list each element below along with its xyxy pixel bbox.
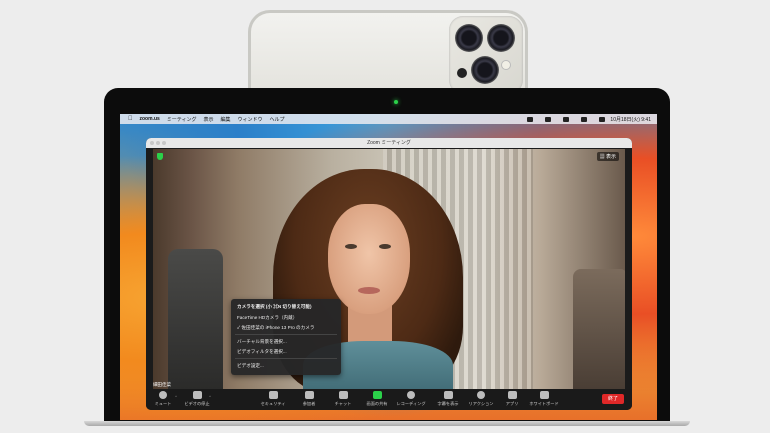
close-window-button[interactable] [150,141,154,145]
zoom-window: Zoom ミーティング ▦ 表示 カメラを選択 (小 ⌘N 切り替え可能) Fa… [146,138,632,410]
apps-label: アプリ [505,401,519,406]
app-menu[interactable]: zoom.us [140,116,160,122]
record-icon [407,391,415,399]
menu-item-edit[interactable]: 編集 [221,116,231,123]
security-shield-icon [157,153,163,160]
stop-video-label: ビデオの停止 [184,401,210,406]
shield-icon [268,391,278,399]
reaction-icon [477,391,485,399]
maximize-window-button[interactable] [162,141,166,145]
end-meeting-button[interactable]: 終了 [602,394,624,404]
camera-lens-icon [487,24,515,52]
menu-item-video-filter[interactable]: ビデオフィルタを選択... [237,349,287,355]
desktop-screen:  zoom.us ミーティング 表示 編集 ウィンドウ ヘルプ 10月18日(… [120,114,657,420]
menu-item-view[interactable]: 表示 [203,116,213,123]
apps-button[interactable]: アプリ [495,391,529,407]
whiteboard-button[interactable]: ホワイトボード [527,391,561,407]
flash-icon [501,60,511,70]
security-button[interactable]: セキュリティ [256,391,290,407]
menu-bar:  zoom.us ミーティング 表示 編集 ウィンドウ ヘルプ 10月18日(… [120,114,657,124]
camera-select-menu: カメラを選択 (小 ⌘N 切り替え可能) FaceTime HDカメラ（内蔵） … [231,299,341,375]
search-icon[interactable] [581,116,588,122]
chevron-up-icon[interactable]: ^ [209,394,211,399]
record-button[interactable]: レコーディング [394,391,428,407]
chevron-up-icon[interactable]: ^ [175,394,177,399]
participant-lips [358,287,380,294]
apps-icon [507,391,517,399]
background-jacket [168,249,223,389]
menu-separator [235,358,337,359]
apple-icon[interactable]:  [128,116,133,122]
reactions-label: リアクション [468,401,494,406]
camera-bump [449,16,523,94]
mute-button[interactable]: ミュート ^ [146,391,180,407]
minimize-window-button[interactable] [156,141,160,145]
zoom-status-icon[interactable] [527,116,534,122]
menu-separator [235,334,337,335]
iphone-device [248,10,528,100]
participant-name-tag: 細田佳菜 [153,382,171,387]
meeting-toolbar: ミュート ^ ビデオの停止 ^ セキュリティ 参加者 チャット 画面の共有 レコ… [146,389,632,410]
menu-item-window[interactable]: ウィンドウ [238,116,263,123]
view-button[interactable]: ▦ 表示 [596,152,619,161]
menu-item-help[interactable]: ヘルプ [270,116,285,123]
captions-button[interactable]: 字幕を表示 [431,391,465,407]
microphone-icon [159,391,167,399]
webcam-indicator-icon [394,100,398,104]
video-camera-icon [192,391,202,399]
menu-item-iphone-camera[interactable]: ✓ 佐田佳菜の iPhone 13 Pro のカメラ [237,325,314,331]
participants-button[interactable]: 参加者 [292,391,326,407]
chat-bubble-icon [338,391,348,399]
participant-face [328,204,410,314]
camera-lens-icon [455,24,483,52]
stop-video-button[interactable]: ビデオの停止 ^ [180,391,214,407]
background-clothes [573,269,625,389]
whiteboard-label: ホワイトボード [529,401,559,406]
camera-lens-icon [471,56,499,84]
people-icon [304,391,314,399]
camera-menu-header: カメラを選択 (小 ⌘N 切り替え可能) [237,304,312,309]
security-label: セキュリティ [260,401,286,406]
video-feed: ▦ 表示 カメラを選択 (小 ⌘N 切り替え可能) FaceTime HDカメラ… [153,149,625,389]
share-screen-label: 画面の共有 [366,401,388,406]
menu-item-virtual-background[interactable]: バーチャル背景を選択... [237,339,287,345]
title-bar: Zoom ミーティング [146,138,632,148]
menu-item-facetime-camera[interactable]: FaceTime HDカメラ（内蔵） [237,315,297,321]
control-center-icon[interactable] [599,116,606,122]
share-screen-button[interactable]: 画面の共有 [360,391,394,407]
wifi-icon[interactable] [563,116,570,122]
record-label: レコーディング [396,401,426,406]
lidar-icon [457,68,467,78]
battery-icon[interactable] [545,116,552,122]
chat-button[interactable]: チャット [326,391,360,407]
participant-eye [345,244,357,249]
share-screen-icon [372,391,382,399]
participant-eye [379,244,391,249]
window-title: Zoom ミーティング [367,140,411,146]
macbook-base [84,421,690,426]
whiteboard-icon [539,391,549,399]
cc-icon [443,391,453,399]
captions-label: 字幕を表示 [437,401,459,406]
chat-label: チャット [334,401,352,406]
menu-clock[interactable]: 10月18日(火) 9:41 [610,116,651,123]
reactions-button[interactable]: リアクション [464,391,498,407]
mute-label: ミュート [154,401,172,406]
menu-item-meeting[interactable]: ミーティング [167,116,197,123]
view-label: 表示 [605,154,616,160]
participants-label: 参加者 [302,401,316,406]
menu-item-video-settings[interactable]: ビデオ設定... [237,363,264,369]
